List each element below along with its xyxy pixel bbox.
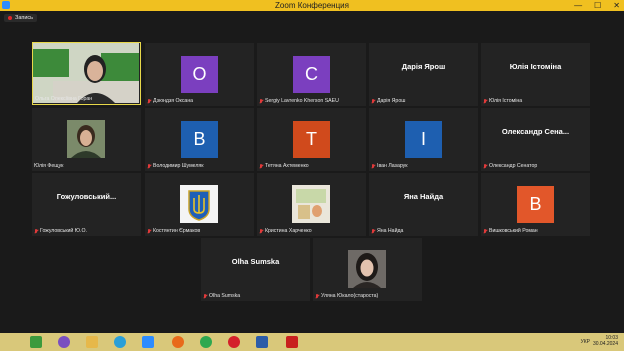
participant-tile[interactable]: Гожуловський... Гожуловський Ю.О. [32,173,141,236]
participant-name: Ольга Олексіївна Горан [35,96,93,102]
participant-tile[interactable]: I Іван Лазарук [369,108,478,171]
participant-display-name: Яна Найда [403,192,444,201]
participant-name: Sergiy Lavrenko Kherson SAEU [259,98,339,104]
mic-muted-icon [371,228,375,234]
zoom-taskbar-icon[interactable] [142,336,154,348]
clock[interactable]: 10:03 30.04.2024 [593,335,618,347]
avatar: B [517,186,554,223]
participant-tile[interactable]: Костянтин Єрмаков [145,173,254,236]
participant-name: Тетяна Ахтеменко [259,163,309,169]
participant-name: Костянтин Єрмаков [147,228,200,234]
participant-tile[interactable]: C Sergiy Lavrenko Kherson SAEU [257,43,366,106]
avatar: B [181,121,218,158]
participant-name: Іван Лазарук [371,163,408,169]
excel-like-icon[interactable] [30,336,42,348]
participant-name: Гожуловський Ю.О. [34,228,87,234]
participant-name: Юлія Істоміна [483,98,522,104]
participant-video [33,43,139,103]
participant-name: Дзюндзя Оксана [147,98,193,104]
participant-video [348,250,386,288]
participant-tile[interactable]: Уляна Юкало(староста) [313,238,422,301]
title-bar: Zoom Конференция — ☐ ✕ [0,0,624,11]
telegram-icon[interactable] [114,336,126,348]
participant-tile[interactable]: O Дзюндзя Оксана [145,43,254,106]
avatar: T [293,121,330,158]
participant-tile[interactable]: Юлія Істоміна Юлія Істоміна [481,43,590,106]
participant-name: Дарія Ярош [371,98,405,104]
clock-date: 30.04.2024 [592,341,618,347]
acrobat-icon[interactable] [286,336,298,348]
participant-name: Олександр Сенатор [483,163,537,169]
participant-tile[interactable]: Яна Найда Яна Найда [369,173,478,236]
mic-muted-icon [371,98,375,104]
participant-name: Володимир Шумеляк [147,163,203,169]
mic-muted-icon [483,163,487,169]
firefox-icon[interactable] [172,336,184,348]
participant-video [67,120,105,158]
participant-tile[interactable]: T Тетяна Ахтеменко [257,108,366,171]
mic-muted-icon [483,228,487,234]
participant-tile[interactable]: Кристина Харченко [257,173,366,236]
folder-icon[interactable] [86,336,98,348]
window-title: Zoom Конференция [275,1,349,10]
avatar: I [405,121,442,158]
mic-muted-icon [259,163,263,169]
participant-name: Юлія Фещук [34,163,64,169]
participant-display-name: Дарія Ярош [401,62,446,71]
language-indicator[interactable]: УКР [581,339,590,345]
participant-name: Вишковський Роман [483,228,538,234]
mic-muted-icon [147,98,151,104]
record-icon [8,16,12,20]
mic-muted-icon [34,228,38,234]
participant-tile[interactable]: B Володимир Шумеляк [145,108,254,171]
windows-taskbar: УКР 10:03 30.04.2024 [0,333,624,351]
mic-muted-icon [483,98,487,104]
participant-name: Уляна Юкало(староста) [315,293,378,299]
participant-display-name: Гожуловський... [56,192,117,201]
maximize-icon[interactable]: ☐ [594,0,601,11]
coat-of-arms-image [180,185,218,223]
participant-name: Кристина Харченко [259,228,312,234]
chrome-icon[interactable] [200,336,212,348]
close-icon[interactable]: ✕ [613,0,620,11]
mic-muted-icon [147,228,151,234]
window-controls: — ☐ ✕ [574,0,620,11]
participant-name: Яна Найда [371,228,403,234]
participant-display-name: Юлія Істоміна [509,62,562,71]
viber-icon[interactable] [58,336,70,348]
participant-tile[interactable]: Юлія Фещук [32,108,141,171]
participant-tile[interactable]: Олександр Сена... Олександр Сенатор [481,108,590,171]
participant-name: Olha Sumska [203,293,240,299]
participant-tile[interactable]: Дарія Ярош Дарія Ярош [369,43,478,106]
gallery-view: Запись Ольга Олексіївна Горан O Дзюндзя … [0,11,624,333]
participant-tile[interactable]: Ольга Олексіївна Горан [32,42,141,105]
mic-muted-icon [203,293,207,299]
mic-muted-icon [147,163,151,169]
mic-muted-icon [371,163,375,169]
minimize-icon[interactable]: — [574,0,582,11]
mic-muted-icon [259,98,263,104]
mic-muted-icon [315,293,319,299]
word-icon[interactable] [256,336,268,348]
avatar: C [293,56,330,93]
avatar: O [181,56,218,93]
participant-image [292,185,330,223]
opera-icon[interactable] [228,336,240,348]
participant-tile[interactable]: B Вишковський Роман [481,173,590,236]
participant-display-name: Olha Sumska [231,257,280,266]
recording-label: Запись [15,15,34,21]
participant-tile[interactable]: Olha Sumska Olha Sumska [201,238,310,301]
recording-indicator[interactable]: Запись [4,14,38,22]
mic-muted-icon [259,228,263,234]
participant-display-name: Олександр Сена... [501,127,570,136]
